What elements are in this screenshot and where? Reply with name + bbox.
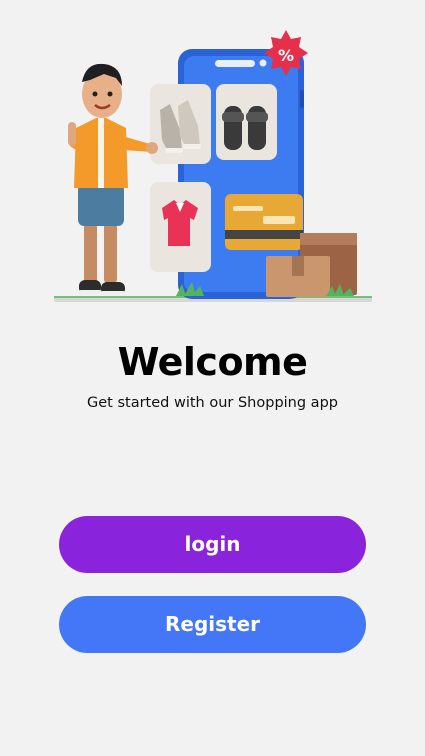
register-button[interactable]: Register bbox=[59, 596, 366, 653]
shirt-card bbox=[150, 182, 211, 272]
person-illustration bbox=[68, 63, 158, 296]
login-button[interactable]: login bbox=[59, 516, 366, 573]
welcome-title: Welcome bbox=[117, 340, 308, 384]
credit-card-icon bbox=[225, 194, 303, 250]
hero-illustration: % bbox=[0, 0, 425, 320]
sneaker-card bbox=[150, 84, 211, 164]
svg-text:%: % bbox=[278, 46, 294, 65]
sandal-card bbox=[216, 84, 277, 160]
welcome-subtitle: Get started with our Shopping app bbox=[87, 395, 338, 411]
